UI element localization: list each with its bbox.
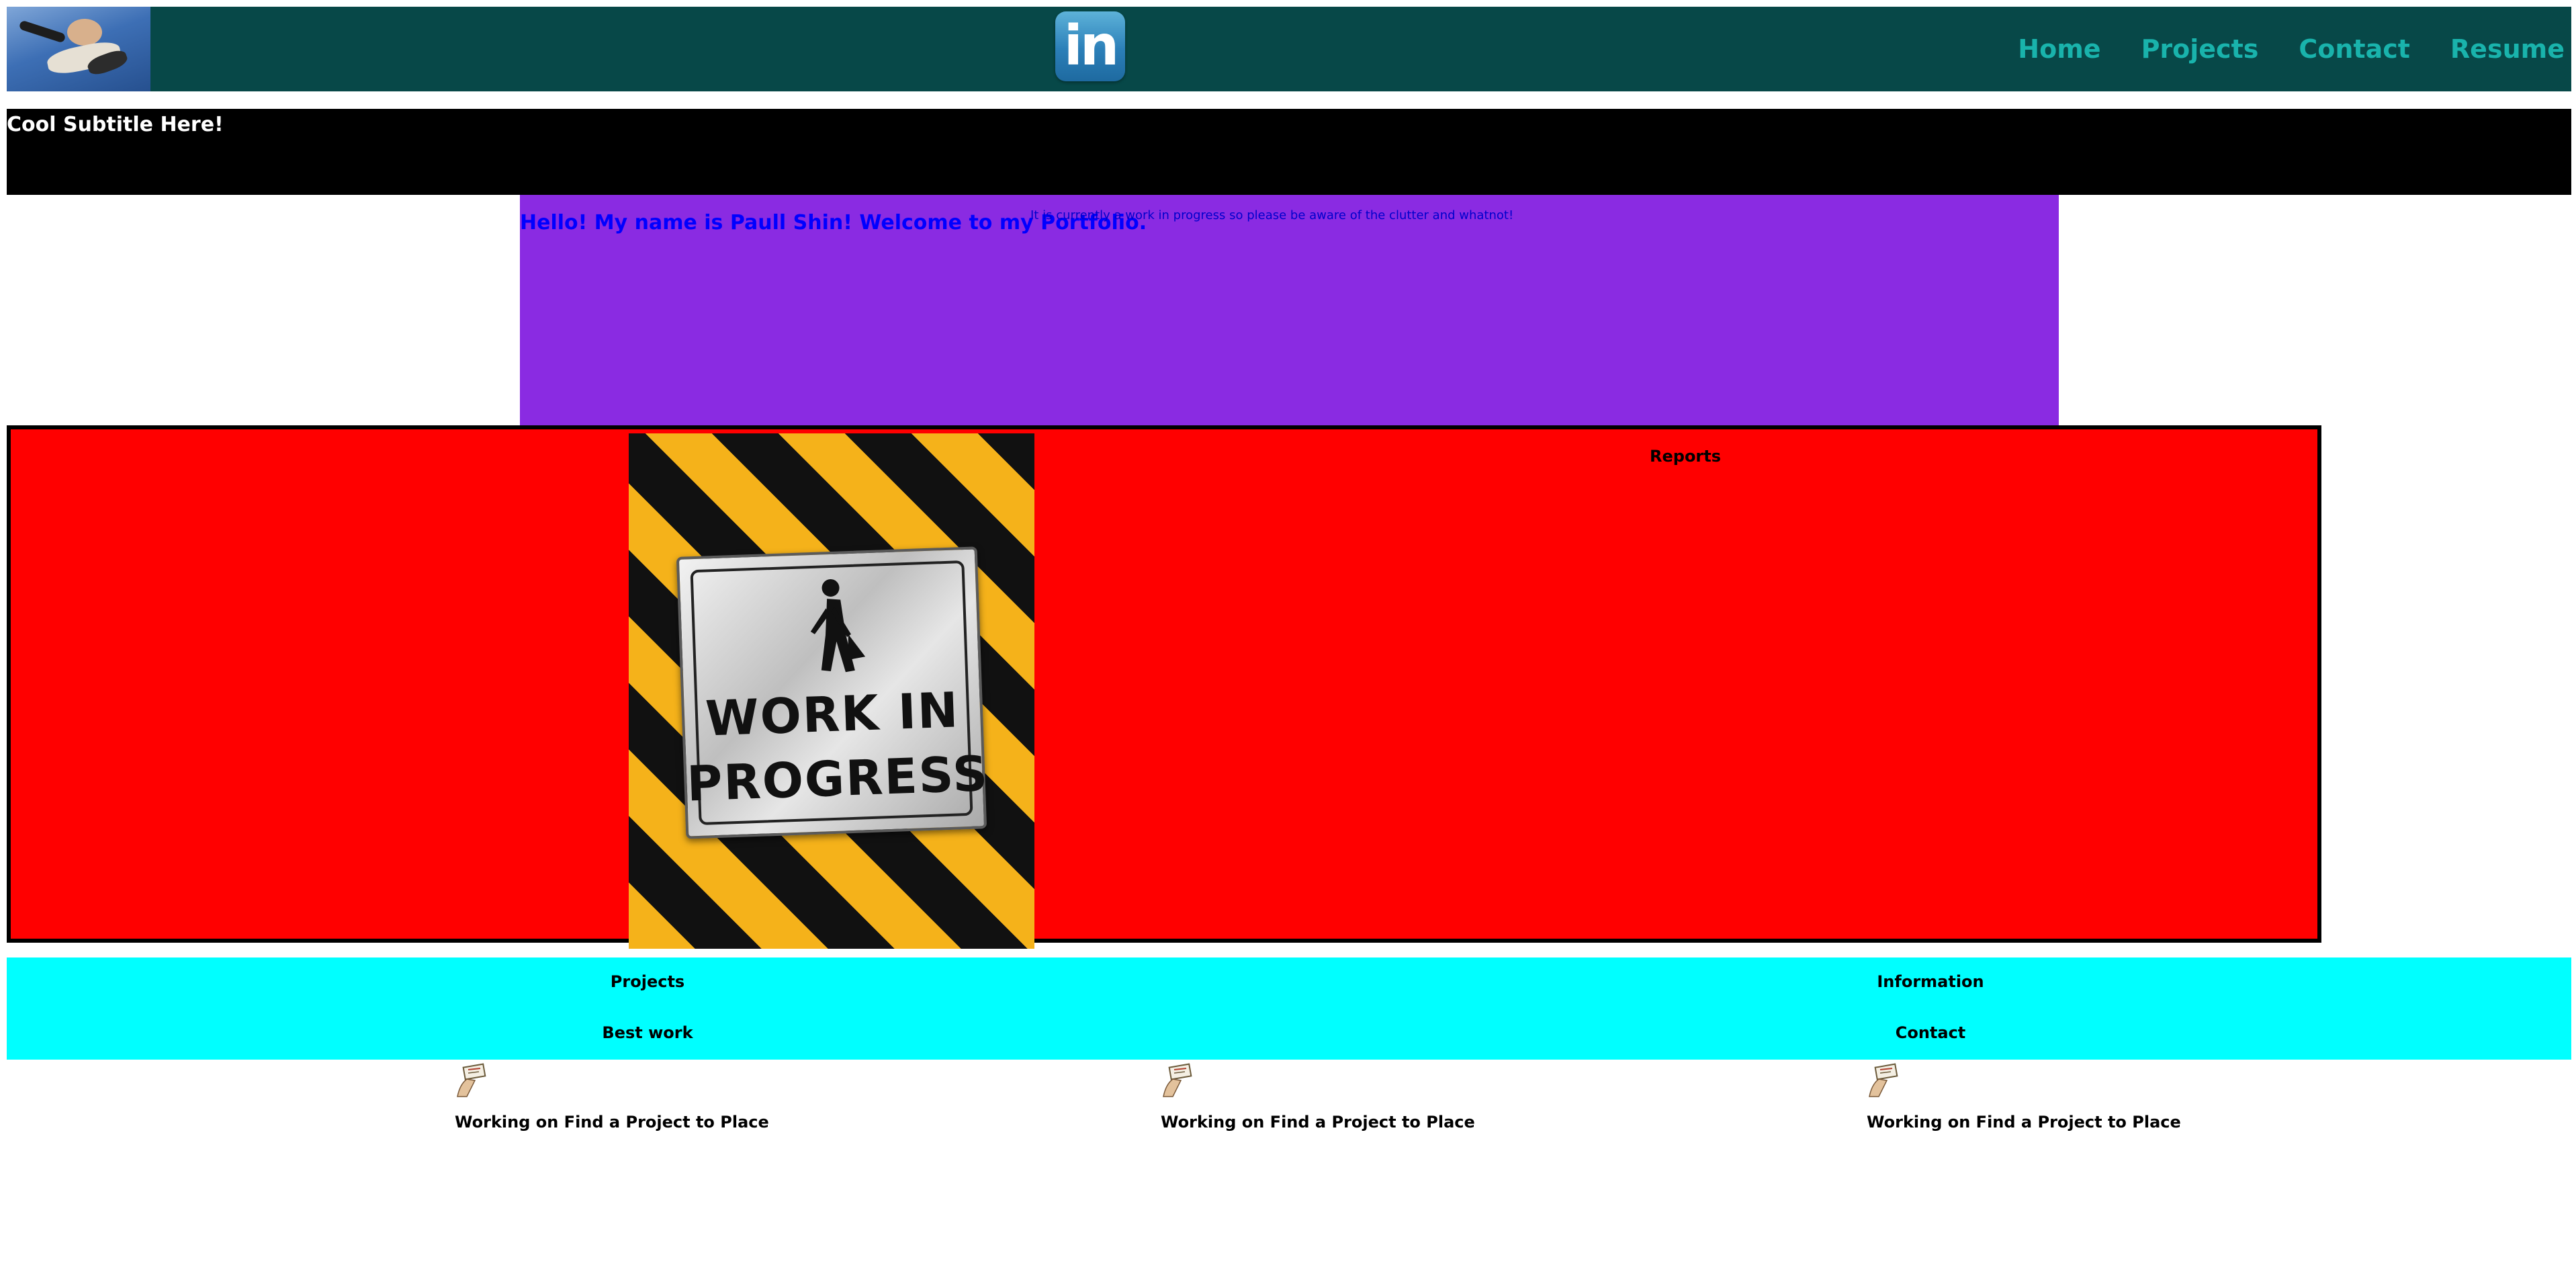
project-card[interactable]: Working on Find a Project to Place (455, 1063, 769, 1137)
page-subtitle: Cool Subtitle Here! (7, 113, 224, 136)
project-caption: Working on Find a Project to Place (1867, 1113, 2181, 1132)
portfolio-page: in Home Projects Contact Resume Cool Sub… (0, 0, 2576, 1278)
info-best-work-link[interactable]: Best work (602, 1023, 693, 1042)
project-card[interactable]: Working on Find a Project to Place (1867, 1063, 2181, 1137)
nav-home-link[interactable]: Home (2018, 34, 2100, 64)
intro-notice: It is currently a work in progress so pl… (1030, 208, 1514, 222)
profile-photo (7, 7, 150, 91)
wip-line-2: PROGRESS (686, 744, 990, 812)
reports-heading: Reports (1650, 447, 1722, 466)
subtitle-band: Cool Subtitle Here! (7, 109, 2571, 195)
nav-resume-link[interactable]: Resume (2450, 34, 2565, 64)
wip-line-1: WORK IN (704, 681, 961, 747)
project-caption: Working on Find a Project to Place (455, 1113, 769, 1132)
hand-sign-icon (1869, 1063, 1898, 1097)
intro-section: Hello! My name is Paull Shin! Welcome to… (520, 195, 2059, 427)
project-caption: Working on Find a Project to Place (1161, 1113, 1475, 1132)
project-card[interactable]: Working on Find a Project to Place (1161, 1063, 1475, 1137)
linkedin-icon[interactable]: in (1055, 11, 1125, 81)
info-information-heading[interactable]: Information (1877, 972, 1984, 991)
info-contact-link[interactable]: Contact (1896, 1023, 1966, 1042)
hand-sign-icon (457, 1063, 486, 1097)
info-projects-heading[interactable]: Projects (611, 972, 684, 991)
main-nav: Home Projects Contact Resume (2018, 7, 2565, 91)
nav-contact-link[interactable]: Contact (2299, 34, 2410, 64)
construction-worker-icon (810, 579, 866, 673)
info-band: Projects Best work Information Contact (7, 957, 2571, 1060)
work-in-progress-image: WORK IN PROGRESS (629, 433, 1034, 949)
reports-section: WORK IN PROGRESS Reports (7, 425, 2321, 949)
nav-projects-link[interactable]: Projects (2141, 34, 2259, 64)
work-in-progress-sign: WORK IN PROGRESS (676, 546, 990, 839)
hand-sign-icon (1163, 1063, 1192, 1097)
site-header: in Home Projects Contact Resume (7, 7, 2571, 91)
